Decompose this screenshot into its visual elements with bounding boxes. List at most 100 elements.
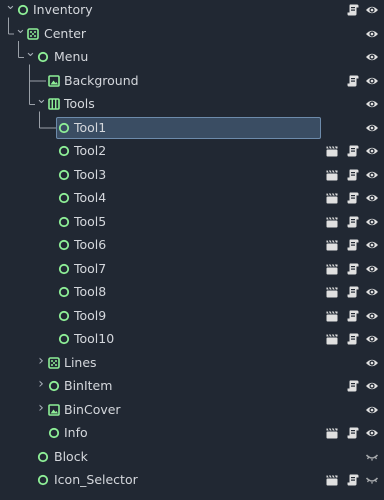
tree-row-tool3[interactable]: Tool3 [0,164,384,188]
node-label: Lines [64,354,97,370]
tree-row-tool10[interactable]: Tool10 [0,328,384,352]
visibility-eye-icon[interactable] [365,215,379,229]
node-label: Background [64,72,139,88]
open-scene-icon[interactable] [325,426,339,440]
control-node-icon [58,333,70,345]
open-scene-icon[interactable] [325,332,339,346]
tree-row-lines[interactable]: › Lines [0,352,384,376]
visibility-hidden-icon[interactable] [365,450,379,464]
tree-row-binitem[interactable]: › BinItem [0,375,384,399]
control-node-icon [58,263,70,275]
tree-row-tool1[interactable]: Tool1 [0,116,384,141]
visibility-eye-icon[interactable] [365,403,379,417]
tree-row-icon-selector[interactable]: Icon_Selector [0,469,384,493]
texture-node-icon [48,74,60,87]
open-scene-icon[interactable] [325,238,339,252]
node-label: Tool5 [74,213,107,229]
tree-row-background[interactable]: Background [0,70,384,94]
tree-row-inventory[interactable]: ⌄ Inventory [0,0,384,23]
chevron-right-icon[interactable]: › [36,354,46,368]
chevron-down-icon[interactable]: ⌄ [15,23,26,36]
tree-row-tool2[interactable]: Tool2 [0,140,384,164]
grid-node-icon [48,98,60,110]
visibility-eye-icon[interactable] [365,238,379,252]
control-node-icon [58,122,70,134]
open-scene-icon[interactable] [325,215,339,229]
node-label: Info [64,425,88,440]
open-scene-icon[interactable] [325,309,339,323]
chevron-down-icon[interactable]: ⌄ [5,0,16,12]
script-icon[interactable] [346,379,360,393]
script-icon[interactable] [346,309,360,323]
visibility-eye-icon[interactable] [365,356,379,370]
visibility-eye-icon[interactable] [365,426,379,440]
visibility-eye-icon[interactable] [365,168,379,182]
script-icon[interactable] [346,3,360,17]
scene-tree: ⌄ Inventory ⌄ Center ⌄ Menu Background ⌄ Tools To… [0,0,384,500]
visibility-eye-icon[interactable] [365,379,379,393]
tree-row-tool7[interactable]: Tool7 [0,258,384,282]
node-label: Icon_Selector [54,472,138,487]
tree-row-block[interactable]: Block [0,446,384,470]
tree-row-tool5[interactable]: Tool5 [0,211,384,235]
open-scene-icon[interactable] [325,262,339,276]
tree-row-menu[interactable]: ⌄ Menu [0,46,384,70]
script-icon[interactable] [346,168,360,182]
script-icon[interactable] [346,238,360,252]
visibility-eye-icon[interactable] [365,285,379,299]
control-node-icon [58,192,70,204]
node-label: BinItem [64,378,113,393]
chevron-right-icon[interactable]: › [36,401,46,415]
chevron-down-icon[interactable]: ⌄ [25,46,36,59]
control-node-icon [58,216,70,228]
control-node-icon [37,51,49,63]
tree-row-center[interactable]: ⌄ Center [0,23,384,47]
visibility-eye-icon[interactable] [365,27,379,41]
node-label: Tool1 [74,119,107,135]
node-label: Tool8 [74,284,107,299]
visibility-eye-icon[interactable] [365,309,379,323]
node-label: Tool10 [74,331,115,346]
script-icon[interactable] [346,144,360,158]
control-node-icon [58,169,70,181]
script-icon[interactable] [346,473,360,487]
control-node-icon [48,380,60,392]
visibility-eye-icon[interactable] [365,74,379,88]
tree-row-tool4[interactable]: Tool4 [0,187,384,211]
visibility-eye-icon[interactable] [365,50,379,64]
tree-row-info[interactable]: Info [0,422,384,446]
visibility-eye-icon[interactable] [365,3,379,17]
script-icon[interactable] [346,285,360,299]
open-scene-icon[interactable] [325,285,339,299]
node-label: Tools [64,96,95,111]
tree-row-tool9[interactable]: Tool9 [0,305,384,329]
script-icon[interactable] [346,262,360,276]
open-scene-icon[interactable] [325,168,339,182]
open-scene-icon[interactable] [325,473,339,487]
chevron-down-icon[interactable]: ⌄ [36,93,47,106]
visibility-eye-icon[interactable] [365,262,379,276]
control-node-icon [37,451,49,463]
visibility-hidden-icon[interactable] [365,473,379,487]
visibility-eye-icon[interactable] [365,332,379,346]
tree-row-tool8[interactable]: Tool8 [0,281,384,305]
tree-row-bincover[interactable]: › BinCover [0,399,384,423]
open-scene-icon[interactable] [325,144,339,158]
visibility-eye-icon[interactable] [365,191,379,205]
node-label: Tool4 [74,190,107,205]
control-node-icon [58,286,70,298]
script-icon[interactable] [346,215,360,229]
node-label: Inventory [33,2,93,17]
script-icon[interactable] [346,332,360,346]
script-icon[interactable] [346,191,360,205]
tree-row-tools[interactable]: ⌄ Tools [0,93,384,117]
center-node-icon [27,27,39,40]
visibility-eye-icon[interactable] [365,144,379,158]
script-icon[interactable] [346,426,360,440]
tree-row-tool6[interactable]: Tool6 [0,234,384,258]
script-icon[interactable] [346,74,360,88]
open-scene-icon[interactable] [325,191,339,205]
visibility-eye-icon[interactable] [365,97,379,111]
chevron-right-icon[interactable]: › [36,377,46,391]
visibility-eye-icon[interactable] [365,121,379,135]
